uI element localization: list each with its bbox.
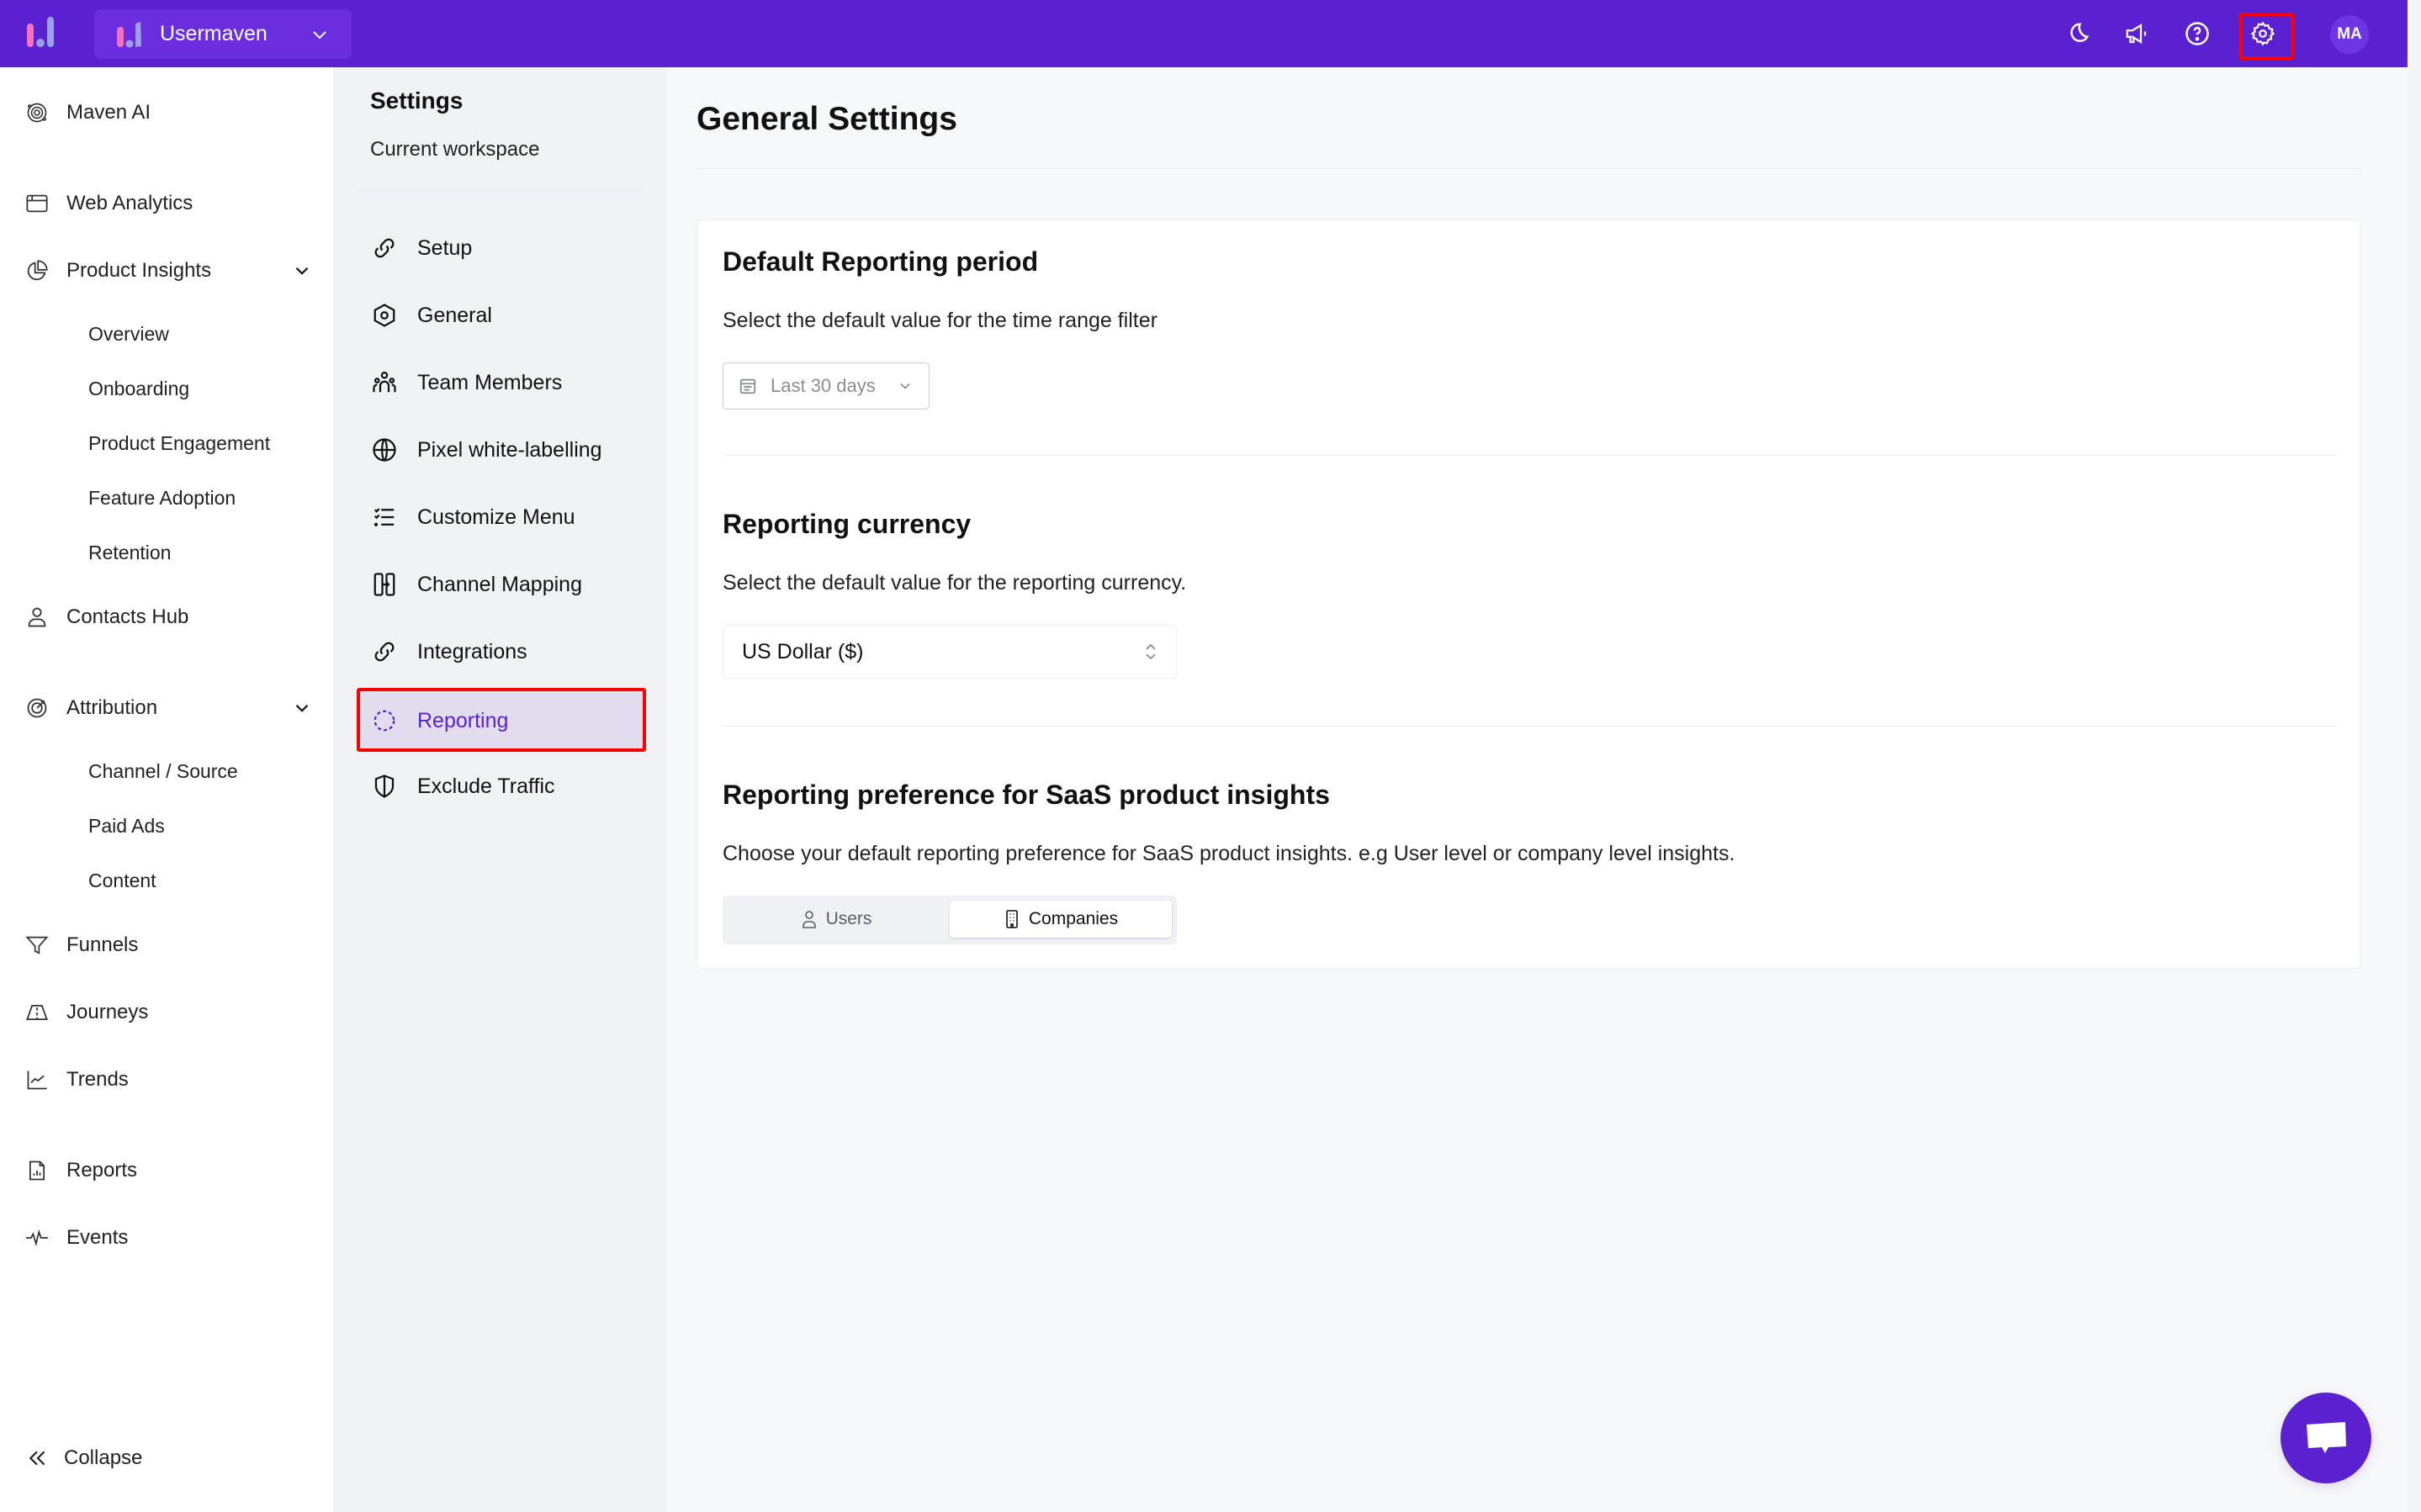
top-bar: Usermaven MA	[0, 0, 2408, 67]
workspace-name: Usermaven	[160, 22, 268, 45]
target-icon	[27, 698, 47, 718]
shield-icon	[374, 775, 395, 798]
sidebar-subitem-retention[interactable]: Retention	[0, 531, 333, 574]
preference-section-description: Choose your default reporting preference…	[723, 842, 1735, 865]
chat-support-button[interactable]	[2281, 1393, 2371, 1483]
main-sidebar: Maven AI Web Analytics Product Insights …	[0, 67, 333, 1512]
dark-mode-toggle[interactable]	[2063, 19, 2093, 49]
currency-value: US Dollar ($)	[742, 639, 864, 663]
moon-icon	[2070, 23, 2090, 42]
main-content: General Settings Default Reporting perio…	[666, 67, 2408, 1512]
sort-arrows-icon	[1146, 643, 1156, 660]
activity-icon	[26, 1229, 48, 1247]
currency-select[interactable]: US Dollar ($)	[723, 625, 1177, 679]
team-icon	[373, 372, 396, 393]
settings-card: Default Reporting period Select the defa…	[697, 220, 2360, 969]
settings-item-integrations[interactable]: Integrations	[357, 621, 643, 683]
settings-item-setup[interactable]: Setup	[357, 217, 643, 279]
sidebar-subitem-overview[interactable]: Overview	[0, 313, 333, 355]
double-chevron-left-icon	[29, 1451, 45, 1466]
sidebar-subitem-feature-adoption[interactable]: Feature Adoption	[0, 477, 333, 519]
sidebar-item-reports[interactable]: Reports	[0, 1147, 333, 1194]
calendar-icon	[739, 378, 756, 394]
reporting-period-value: Last 30 days	[771, 375, 876, 396]
user-avatar[interactable]: MA	[2330, 15, 2369, 54]
page-title: General Settings	[697, 101, 957, 137]
sidebar-item-journeys[interactable]: Journeys	[0, 989, 333, 1036]
globe-icon	[373, 438, 396, 462]
period-section-description: Select the default value for the time ra…	[723, 309, 1158, 332]
settings-item-customize-menu[interactable]: Customize Menu	[357, 486, 643, 548]
sidebar-item-events[interactable]: Events	[0, 1214, 333, 1261]
period-section-title: Default Reporting period	[723, 246, 1039, 277]
dashed-circle-icon	[373, 710, 395, 732]
link-icon	[374, 642, 395, 662]
sidebar-subitem-content[interactable]: Content	[0, 859, 333, 901]
building-icon	[1006, 910, 1018, 928]
megaphone-icon	[2126, 23, 2147, 45]
sidebar-item-trends[interactable]: Trends	[0, 1056, 333, 1103]
chevron-down-icon[interactable]	[291, 260, 313, 282]
sidebar-item-web-analytics[interactable]: Web Analytics	[0, 180, 333, 227]
usermaven-logo-icon[interactable]	[25, 17, 59, 49]
collapse-sidebar-button[interactable]: Collapse	[0, 1435, 333, 1482]
settings-scope-label: Current workspace	[370, 138, 540, 161]
settings-item-team-members[interactable]: Team Members	[357, 352, 643, 414]
report-file-icon	[29, 1160, 45, 1181]
chat-bubble-icon	[2307, 1422, 2346, 1453]
companies-option[interactable]: Companies	[950, 901, 1172, 938]
settings-item-reporting[interactable]: Reporting	[357, 690, 643, 752]
road-icon	[26, 1004, 48, 1021]
settings-item-pixel-white-labelling[interactable]: Pixel white-labelling	[357, 419, 643, 481]
settings-title: Settings	[370, 87, 464, 114]
divider	[723, 726, 2338, 727]
settings-highlight-box	[2238, 13, 2294, 60]
sidebar-subitem-onboarding[interactable]: Onboarding	[0, 367, 333, 410]
workspace-logo-icon	[117, 21, 141, 47]
help-icon	[2185, 22, 2209, 45]
currency-section-description: Select the default value for the reporti…	[723, 571, 1187, 595]
chevron-down-icon	[313, 31, 326, 40]
sidebar-item-contacts-hub[interactable]: Contacts Hub	[0, 594, 333, 641]
maven-ai-icon	[27, 103, 47, 123]
sidebar-item-funnels[interactable]: Funnels	[0, 922, 333, 969]
user-icon	[802, 911, 816, 928]
sidebar-item-maven-ai[interactable]: Maven AI	[0, 89, 333, 136]
divider	[358, 190, 642, 191]
sidebar-item-product-insights[interactable]: Product Insights	[0, 247, 333, 294]
funnel-icon	[25, 936, 49, 954]
line-chart-icon	[27, 1071, 47, 1090]
currency-section-title: Reporting currency	[723, 509, 972, 539]
hex-gear-icon	[373, 304, 395, 327]
divider	[723, 455, 2338, 456]
users-option[interactable]: Users	[723, 901, 950, 938]
sidebar-subitem-product-engagement[interactable]: Product Engagement	[0, 422, 333, 464]
settings-sidebar: Settings Current workspace Setup General…	[333, 67, 666, 1512]
announcements-button[interactable]	[2122, 19, 2152, 49]
scrollbar-track[interactable]	[2408, 0, 2421, 1512]
reporting-period-dropdown[interactable]: Last 30 days	[723, 362, 930, 410]
reporting-preference-toggle: Users Companies	[723, 896, 1177, 944]
sidebar-subitem-channel-source[interactable]: Channel / Source	[0, 750, 333, 792]
chevron-down-icon	[900, 383, 910, 389]
browser-window-icon	[26, 194, 48, 213]
divider	[697, 168, 2360, 169]
workspace-switcher[interactable]: Usermaven	[94, 9, 352, 59]
sidebar-subitem-paid-ads[interactable]: Paid Ads	[0, 805, 333, 847]
chevron-down-icon[interactable]	[291, 697, 313, 719]
settings-item-general[interactable]: General	[357, 284, 643, 346]
pie-chart-icon	[27, 260, 48, 281]
help-button[interactable]	[2182, 19, 2212, 49]
settings-item-exclude-traffic[interactable]: Exclude Traffic	[357, 755, 643, 817]
sidebar-item-attribution[interactable]: Attribution	[0, 685, 333, 732]
preference-section-title: Reporting preference for SaaS product in…	[723, 780, 1330, 810]
link-icon	[374, 238, 395, 258]
user-icon	[28, 607, 46, 627]
mapping-icon	[373, 573, 395, 596]
settings-item-channel-mapping[interactable]: Channel Mapping	[357, 553, 643, 616]
checklist-icon	[373, 508, 395, 526]
